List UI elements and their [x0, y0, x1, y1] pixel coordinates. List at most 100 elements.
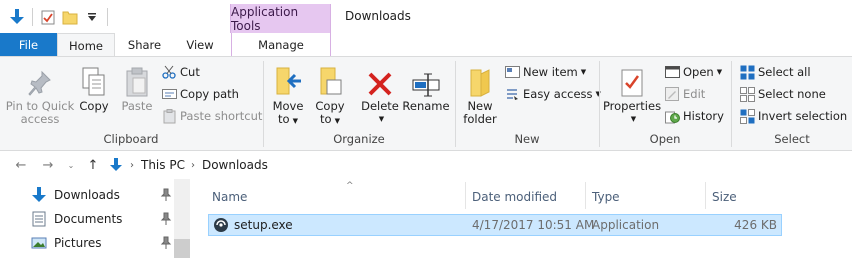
column-header-name[interactable]: ^ Name [206, 181, 464, 209]
cut-button[interactable]: Cut [161, 63, 200, 81]
setup-installer-icon [213, 217, 229, 233]
open-icon [664, 64, 680, 80]
breadcrumb-this-pc[interactable]: This PC [141, 158, 185, 172]
breadcrumb-separator-icon: › [190, 159, 195, 171]
copy-path-label: Copy path [180, 87, 239, 101]
down-arrow-icon[interactable] [6, 6, 28, 28]
history-label: History [683, 109, 724, 123]
paste-shortcut-label: Paste shortcut [180, 109, 263, 123]
invert-selection-label: Invert selection [758, 109, 848, 123]
new-folder-button[interactable]: New folder [462, 62, 498, 126]
customize-qat-icon[interactable] [81, 6, 103, 28]
copy-to-dropdown-arrow-icon: ▼ [334, 117, 340, 125]
address-bar[interactable]: › This PC › Downloads [107, 154, 852, 176]
pictures-icon [30, 234, 48, 252]
file-name-cell: setup.exe [213, 215, 293, 235]
table-row[interactable]: setup.exe 4/17/2017 10:51 AM Application… [208, 214, 782, 236]
recent-locations-chevron-icon[interactable]: ⌄ [63, 157, 79, 173]
new-group-label: New [514, 132, 540, 146]
nav-pane-scrollbar-thumb[interactable] [174, 239, 190, 258]
ribbon: Pin to Quick access Copy Paste Cut Copy … [0, 56, 852, 151]
qat-divider-2 [107, 8, 108, 26]
history-button[interactable]: History [664, 107, 724, 125]
new-folder-icon[interactable] [59, 6, 81, 28]
pin-icon[interactable] [160, 212, 172, 226]
paste-button[interactable]: Paste [119, 62, 155, 113]
new-folder-label-line2: folder [463, 112, 497, 126]
new-item-button[interactable]: New item ▼ [504, 63, 586, 81]
rename-button[interactable]: Rename [402, 62, 450, 113]
nav-item-documents[interactable]: Documents [30, 208, 178, 230]
navigation-pane: Downloads Documents Pictures [0, 179, 190, 258]
copy-path-button[interactable]: Copy path [161, 85, 239, 103]
column-header-label: Name [212, 190, 248, 204]
sort-ascending-icon: ^ [346, 181, 354, 191]
nav-item-downloads[interactable]: Downloads [30, 184, 178, 206]
pin-to-quick-access-button[interactable]: Pin to Quick access [5, 62, 75, 126]
type-cell: Application [592, 218, 660, 232]
select-group: Select all Select none Invert selection … [732, 57, 852, 151]
tab-manage[interactable]: Manage [231, 33, 331, 56]
properties-button[interactable]: Properties ▼ [603, 62, 661, 126]
column-header-size[interactable]: Size [706, 185, 782, 209]
paste-shortcut-button[interactable]: Paste shortcut [161, 107, 262, 125]
select-all-label: Select all [758, 65, 811, 79]
clipboard-icon [124, 62, 150, 98]
tab-home[interactable]: Home [57, 33, 115, 57]
select-all-button[interactable]: Select all [739, 63, 811, 81]
organize-group: Move to ▼ Copy to ▼ Delete ▼ Rename Organi… [264, 57, 454, 151]
delete-button[interactable]: Delete ▼ [360, 62, 400, 126]
breadcrumb-downloads[interactable]: Downloads [202, 158, 268, 172]
copy-to-folder-icon [315, 62, 345, 98]
column-header-date-modified[interactable]: Date modified [466, 185, 584, 209]
quick-access-toolbar [6, 6, 112, 28]
move-to-button[interactable]: Move to ▼ [270, 62, 306, 128]
new-item-label: New item [523, 65, 578, 79]
edit-button[interactable]: Edit [664, 85, 705, 103]
pin-icon[interactable] [160, 236, 172, 250]
edit-label: Edit [683, 87, 706, 101]
ribbon-tabs: File Home Share View Manage [0, 33, 852, 57]
open-label: Open [683, 65, 714, 79]
nav-item-label: Documents [54, 212, 123, 226]
invert-selection-button[interactable]: Invert selection [739, 107, 847, 125]
qat-divider [32, 8, 33, 26]
documents-icon [30, 210, 48, 228]
history-clock-icon [664, 108, 680, 124]
pin-label-line2: access [20, 112, 60, 126]
easy-access-button[interactable]: Easy access ▼ [504, 85, 601, 103]
tab-file[interactable]: File [0, 33, 57, 56]
file-name: setup.exe [234, 218, 293, 232]
forward-arrow-icon[interactable]: → [40, 157, 56, 173]
scissors-icon [161, 64, 177, 80]
copy-icon [81, 62, 107, 98]
application-tools-context-tab: Application Tools [230, 4, 331, 33]
rename-label: Rename [402, 99, 450, 113]
nav-item-label: Pictures [54, 236, 102, 250]
clipboard-group: Pin to Quick access Copy Paste Cut Copy … [0, 57, 263, 151]
properties-check-icon[interactable] [37, 6, 59, 28]
nav-item-pictures[interactable]: Pictures [30, 232, 178, 254]
column-header-label: Type [592, 190, 620, 204]
title-bar: Application Tools Downloads [0, 0, 852, 33]
open-group-label: Open [649, 132, 681, 146]
select-group-label: Select [774, 132, 810, 146]
open-dropdown-arrow-icon: ▼ [716, 68, 723, 76]
properties-icon [619, 62, 645, 98]
select-none-button[interactable]: Select none [739, 85, 826, 103]
open-button[interactable]: Open ▼ [664, 63, 722, 81]
up-arrow-icon[interactable]: ↑ [85, 157, 101, 173]
tab-view[interactable]: View [174, 33, 226, 56]
size-cell: 426 KB [734, 218, 777, 232]
new-group: New folder New item ▼ Easy access ▼ New [456, 57, 601, 151]
copy-button[interactable]: Copy [77, 62, 111, 113]
invert-selection-icon [739, 108, 755, 124]
properties-dropdown-arrow-icon: ▼ [630, 115, 637, 123]
copy-to-button[interactable]: Copy to ▼ [312, 62, 348, 128]
column-header-type[interactable]: Type [586, 185, 704, 209]
tab-share[interactable]: Share [117, 33, 172, 56]
address-row: ← → ⌄ ↑ › This PC › Downloads [0, 151, 852, 179]
pin-icon[interactable] [160, 188, 172, 202]
back-arrow-icon[interactable]: ← [13, 157, 29, 173]
breadcrumb-separator-icon: › [130, 159, 134, 171]
